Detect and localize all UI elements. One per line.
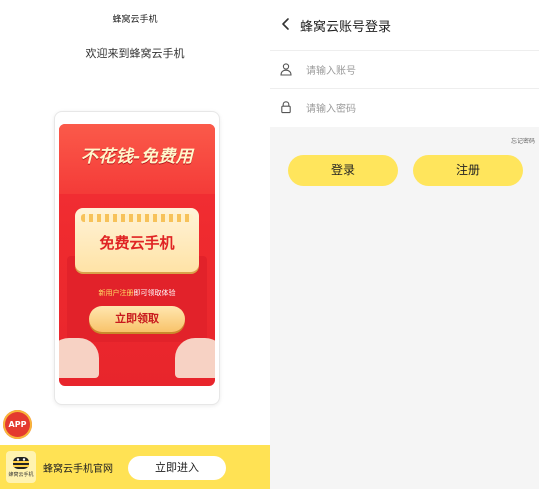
hand-right-illustration [175, 338, 215, 378]
promo-subtitle: 新用户注册即可领取体验 [59, 288, 215, 298]
promo-ticket: 免费云手机 [75, 208, 199, 272]
user-icon [280, 63, 292, 76]
login-panel: 蜂窝云账号登录 忘记密码 登录 注册 [270, 0, 539, 489]
lock-icon [281, 101, 291, 114]
app-download-badge[interactable]: APP [3, 410, 32, 439]
app-title: 蜂窝云手机 [112, 15, 158, 25]
account-input[interactable] [304, 60, 528, 82]
promo-phone-frame: 不花钱-免费用 免费云手机 新用户注册即可领取体验 立即领取 [54, 111, 220, 405]
hand-left-illustration [59, 338, 99, 378]
page-title: 蜂窝云账号登录 [300, 20, 392, 35]
promo-slogan: 不花钱-免费用 [80, 147, 194, 167]
official-site-name: 蜂窝云手机官网 [43, 464, 113, 475]
promo-banner[interactable]: 不花钱-免费用 免费云手机 新用户注册即可领取体验 立即领取 [59, 124, 215, 386]
bee-logo-icon [13, 457, 29, 469]
promo-subtitle-rest: 即可领取体验 [133, 289, 176, 297]
register-button[interactable]: 注册 [413, 155, 523, 186]
forgot-password-link[interactable]: 忘记密码 [511, 136, 535, 145]
welcome-text: 欢迎来到蜂窝云手机 [85, 47, 185, 60]
app-logo: 蜂窝云手机 [6, 451, 36, 483]
claim-now-button[interactable]: 立即领取 [89, 306, 185, 332]
password-field-row [270, 89, 539, 126]
official-site-bar: 蜂窝云手机 蜂窝云手机官网 立即进入 [0, 445, 270, 489]
ticket-stripe [81, 214, 193, 222]
account-field-row [270, 51, 539, 89]
login-button[interactable]: 登录 [288, 155, 398, 186]
password-input[interactable] [304, 98, 528, 120]
app-logo-caption: 蜂窝云手机 [8, 472, 34, 478]
login-header: 蜂窝云账号登录 [270, 0, 539, 51]
ticket-text: 免费云手机 [99, 234, 175, 252]
chevron-left-icon[interactable] [278, 16, 294, 32]
promo-subtitle-highlight: 新用户注册 [98, 289, 134, 297]
welcome-panel: 蜂窝云手机 欢迎来到蜂窝云手机 不花钱-免费用 免费云手机 新用户注册即可领取体… [0, 0, 270, 489]
enter-now-button[interactable]: 立即进入 [128, 456, 226, 480]
